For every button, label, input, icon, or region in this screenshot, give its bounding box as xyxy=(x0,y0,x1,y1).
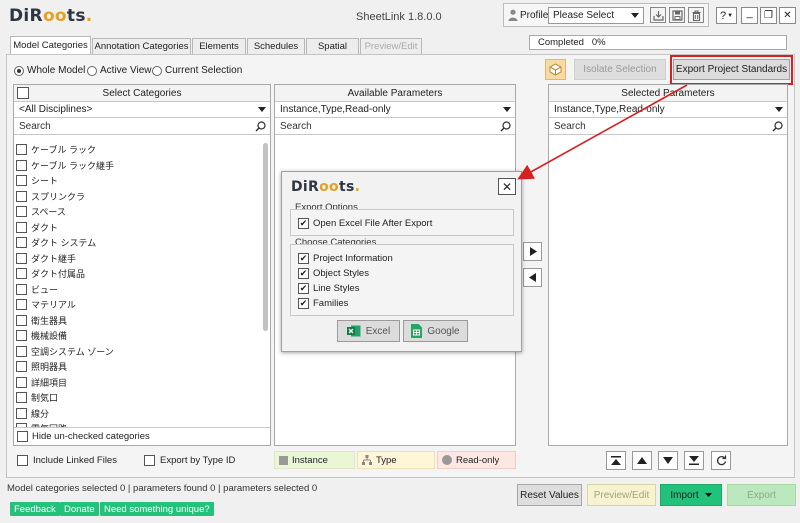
annotation-arrow-line xyxy=(517,84,688,180)
annotation-arrow xyxy=(517,84,688,180)
